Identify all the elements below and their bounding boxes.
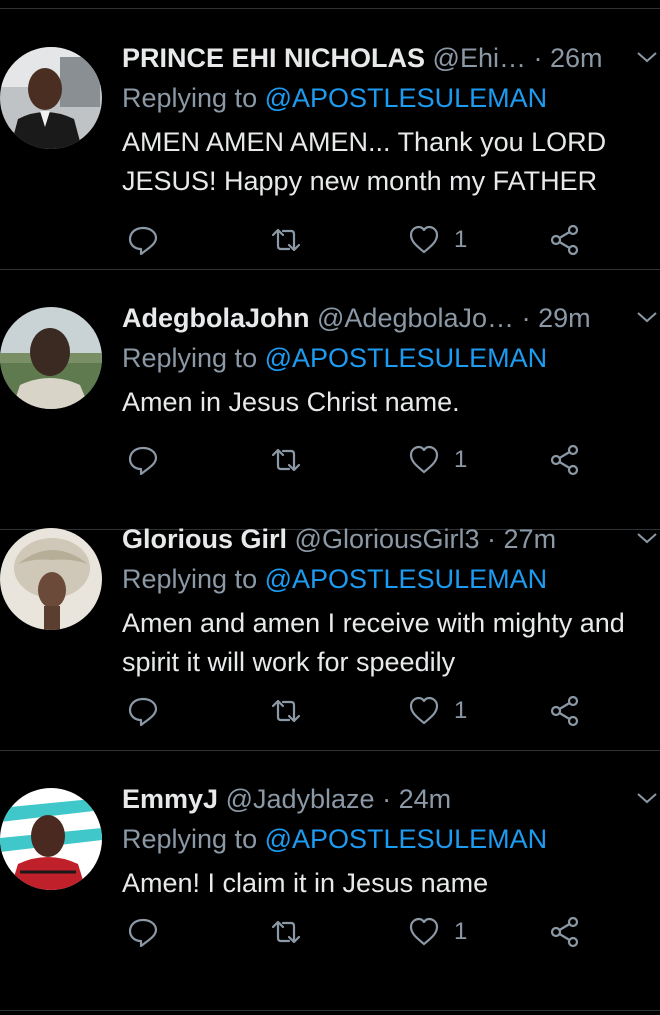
tweet-item[interactable]: EmmyJ @Jadyblaze · 24m Replying to @APOS… bbox=[0, 751, 660, 1011]
chevron-down-icon[interactable] bbox=[636, 46, 658, 68]
tweet-text: AMEN AMEN AMEN... Thank you LORD JESUS! … bbox=[122, 127, 607, 196]
separator-dot: · bbox=[533, 43, 543, 73]
chevron-down-icon[interactable] bbox=[636, 527, 658, 549]
author-name[interactable]: EmmyJ bbox=[122, 784, 218, 814]
tweet-text: Amen and amen I receive with mighty and … bbox=[122, 608, 625, 677]
like-icon bbox=[409, 696, 439, 725]
like-button[interactable]: 1 bbox=[408, 691, 467, 731]
chevron-down-icon[interactable] bbox=[636, 787, 658, 809]
like-button[interactable]: 1 bbox=[408, 440, 467, 480]
tweet-actions: 1 bbox=[0, 440, 660, 480]
reply-icon bbox=[128, 697, 158, 727]
author-name[interactable]: PRINCE EHI NICHOLAS bbox=[122, 43, 425, 73]
retweet-icon bbox=[271, 699, 301, 723]
share-icon bbox=[550, 444, 579, 476]
like-button[interactable]: 1 bbox=[408, 912, 467, 952]
retweet-button[interactable] bbox=[270, 691, 302, 731]
tweet-item[interactable]: PRINCE EHI NICHOLAS @Ehi… · 26m Replying… bbox=[0, 10, 660, 270]
reply-icon bbox=[128, 446, 158, 476]
author-name[interactable]: AdegbolaJohn bbox=[122, 303, 310, 333]
tweet-header: PRINCE EHI NICHOLAS @Ehi… · 26m bbox=[122, 40, 616, 76]
share-button[interactable] bbox=[549, 691, 581, 731]
share-icon bbox=[550, 695, 579, 727]
mention-link[interactable]: @APOSTLESULEMAN bbox=[265, 83, 548, 113]
like-button[interactable]: 1 bbox=[408, 220, 467, 260]
like-icon bbox=[409, 445, 439, 474]
share-icon bbox=[550, 916, 579, 948]
separator-dot: · bbox=[487, 524, 497, 554]
replying-to-label: Replying to bbox=[122, 343, 258, 373]
tweet-header: EmmyJ @Jadyblaze · 24m bbox=[122, 781, 616, 817]
reply-icon bbox=[128, 918, 158, 948]
tweet-header: AdegbolaJohn @AdegbolaJo… · 29m bbox=[122, 300, 616, 336]
next-tweet-partial bbox=[0, 992, 660, 1015]
replying-to-label: Replying to bbox=[122, 564, 258, 594]
retweet-button[interactable] bbox=[270, 912, 302, 952]
mention-link[interactable]: @APOSTLESULEMAN bbox=[265, 824, 548, 854]
reply-icon bbox=[128, 226, 158, 256]
author-handle[interactable]: @Jadyblaze bbox=[226, 784, 375, 814]
tweet-item[interactable]: Glorious Girl @GloriousGirl3 · 27m Reply… bbox=[0, 491, 660, 751]
reply-button[interactable] bbox=[127, 220, 159, 260]
tweet-text: Amen! I claim it in Jesus name bbox=[122, 868, 489, 898]
separator-dot: · bbox=[521, 303, 531, 333]
replying-to: Replying to @APOSTLESULEMAN bbox=[122, 821, 547, 857]
timestamp[interactable]: 26m bbox=[550, 43, 603, 73]
share-button[interactable] bbox=[549, 220, 581, 260]
mention-link[interactable]: @APOSTLESULEMAN bbox=[265, 564, 548, 594]
author-handle[interactable]: @GloriousGirl3 bbox=[295, 524, 480, 554]
tweet-actions: 1 bbox=[0, 691, 660, 731]
retweet-icon bbox=[271, 920, 301, 944]
chevron-down-icon[interactable] bbox=[636, 306, 658, 328]
replying-to-label: Replying to bbox=[122, 83, 258, 113]
share-button[interactable] bbox=[549, 440, 581, 480]
tweet-header: Glorious Girl @GloriousGirl3 · 27m bbox=[122, 521, 616, 557]
share-button[interactable] bbox=[549, 912, 581, 952]
like-icon bbox=[409, 917, 439, 946]
retweet-button[interactable] bbox=[270, 220, 302, 260]
timestamp[interactable]: 24m bbox=[399, 784, 452, 814]
reply-button[interactable] bbox=[127, 691, 159, 731]
replying-to: Replying to @APOSTLESULEMAN bbox=[122, 340, 547, 376]
author-handle[interactable]: @AdegbolaJo… bbox=[317, 303, 514, 333]
like-count: 1 bbox=[454, 697, 468, 724]
like-icon bbox=[409, 225, 439, 254]
retweet-icon bbox=[271, 448, 301, 472]
mention-link[interactable]: @APOSTLESULEMAN bbox=[265, 343, 548, 373]
top-divider bbox=[0, 8, 660, 9]
share-icon bbox=[550, 224, 579, 256]
avatar[interactable] bbox=[0, 788, 102, 890]
timestamp[interactable]: 29m bbox=[538, 303, 591, 333]
separator-dot: · bbox=[382, 784, 392, 814]
like-count: 1 bbox=[454, 226, 468, 253]
author-name[interactable]: Glorious Girl bbox=[122, 524, 287, 554]
avatar[interactable] bbox=[0, 307, 102, 409]
retweet-button[interactable] bbox=[270, 440, 302, 480]
tweet-actions: 1 bbox=[0, 912, 660, 952]
replying-to-label: Replying to bbox=[122, 824, 258, 854]
like-count: 1 bbox=[454, 446, 468, 473]
like-count: 1 bbox=[454, 918, 468, 945]
replying-to: Replying to @APOSTLESULEMAN bbox=[122, 561, 547, 597]
retweet-icon bbox=[271, 228, 301, 252]
avatar[interactable] bbox=[0, 528, 102, 630]
tweet-actions: 1 bbox=[0, 220, 660, 260]
avatar[interactable] bbox=[0, 47, 102, 149]
author-handle[interactable]: @Ehi… bbox=[433, 43, 526, 73]
replying-to: Replying to @APOSTLESULEMAN bbox=[122, 80, 547, 116]
timestamp[interactable]: 27m bbox=[504, 524, 557, 554]
tweet-text: Amen in Jesus Christ name. bbox=[122, 387, 460, 417]
reply-button[interactable] bbox=[127, 440, 159, 480]
reply-button[interactable] bbox=[127, 912, 159, 952]
